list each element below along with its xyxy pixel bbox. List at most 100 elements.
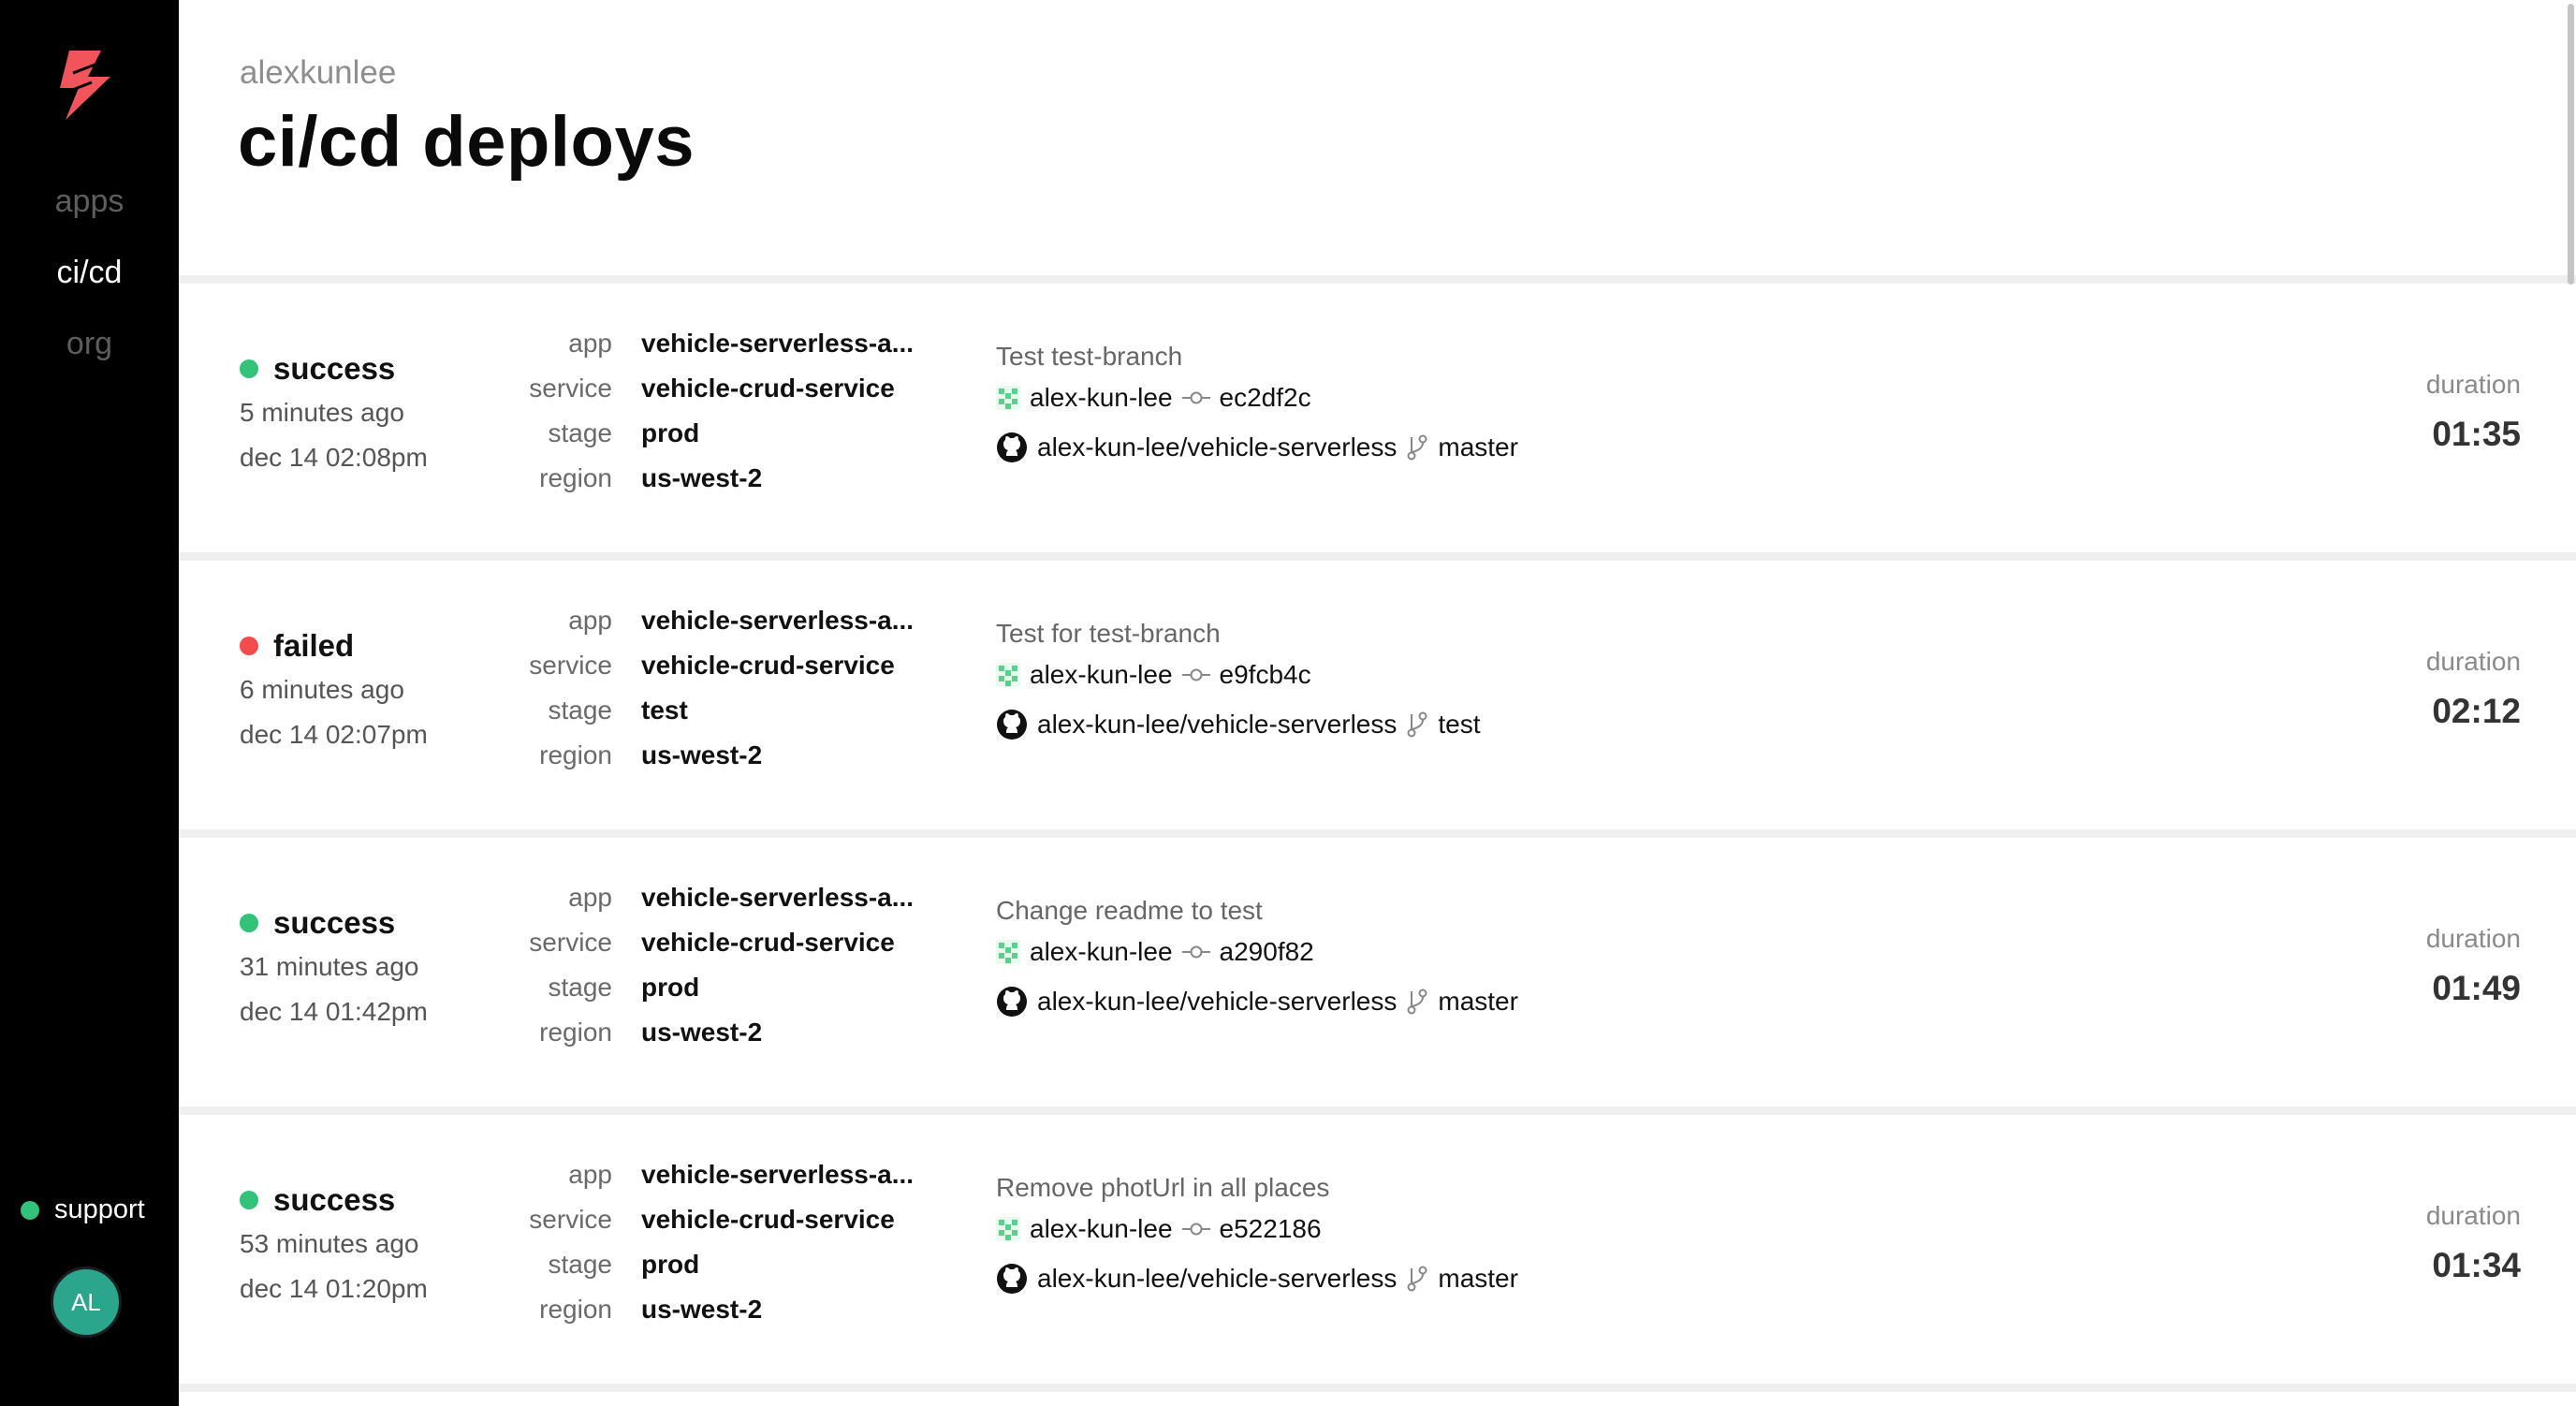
support-label: support	[54, 1194, 145, 1224]
app-value[interactable]: vehicle-serverless-a...	[641, 606, 914, 636]
serverless-logo-icon[interactable]	[52, 45, 118, 122]
stage-label: stage	[548, 418, 613, 447]
row-divider	[179, 552, 2576, 561]
deploy-time-ago: 6 minutes ago	[240, 675, 404, 704]
row-divider	[179, 275, 2576, 284]
duration-value: 01:35	[2432, 415, 2521, 453]
repo-info: alex-kun-lee/vehicle-serverless master	[996, 986, 1518, 1018]
commit-sha[interactable]: e522186	[1220, 1214, 1322, 1244]
commit-message: Test for test-branch	[996, 619, 1221, 648]
stage-value: prod	[641, 1250, 700, 1279]
duration-value: 02:12	[2432, 692, 2521, 730]
branch-icon	[1406, 1266, 1428, 1292]
scroll-thumb[interactable]	[2568, 4, 2574, 285]
deploy-timestamp: dec 14 02:07pm	[240, 720, 428, 749]
support-status-dot	[21, 1200, 39, 1220]
commit-icon	[1181, 1222, 1210, 1237]
branch-name[interactable]: master	[1438, 432, 1518, 462]
service-label: service	[529, 373, 612, 403]
deploy-time-ago: 31 minutes ago	[240, 952, 419, 981]
commit-message: Remove photUrl in all places	[996, 1173, 1330, 1202]
stage-value: prod	[641, 973, 700, 1002]
repo-info: alex-kun-lee/vehicle-serverless master	[996, 432, 1518, 463]
service-label: service	[529, 651, 612, 680]
region-value: us-west-2	[641, 1018, 763, 1047]
duration-label: duration	[2425, 647, 2521, 676]
deploy-row[interactable]: success 31 minutes ago dec 14 01:42pm ap…	[179, 838, 2576, 1106]
commit-message: Test test-branch	[996, 342, 1183, 371]
deploy-row[interactable]: success 5 minutes ago dec 14 02:08pm app…	[179, 284, 2576, 552]
commit-author[interactable]: alex-kun-lee	[1030, 937, 1173, 967]
service-value: vehicle-crud-service	[641, 1205, 895, 1234]
service-value: vehicle-crud-service	[641, 928, 895, 957]
avatar[interactable]: AL	[51, 1267, 122, 1338]
deploy-timestamp: dec 14 01:20pm	[240, 1274, 428, 1303]
author-avatar-icon	[996, 386, 1020, 410]
region-label: region	[539, 740, 612, 769]
repo-name[interactable]: alex-kun-lee/vehicle-serverless	[1037, 710, 1397, 740]
app-label: app	[568, 883, 612, 912]
scrollbar[interactable]	[2565, 0, 2576, 1406]
branch-icon	[1406, 711, 1428, 738]
commit-sha[interactable]: a290f82	[1220, 937, 1314, 967]
branch-name[interactable]: master	[1438, 987, 1518, 1017]
deploy-time-ago: 5 minutes ago	[240, 398, 404, 427]
stage-value: test	[641, 696, 688, 725]
app-label: app	[568, 329, 612, 358]
duration-value: 01:34	[2432, 1246, 2521, 1284]
commit-info: alex-kun-lee e522186	[996, 1214, 1322, 1244]
author-avatar-icon	[996, 663, 1020, 687]
status-dot	[240, 914, 258, 932]
branch-icon	[1406, 434, 1428, 461]
commit-message: Change readme to test	[996, 896, 1263, 925]
commit-info: alex-kun-lee e9fcb4c	[996, 660, 1311, 690]
service-label: service	[529, 928, 612, 957]
commit-icon	[1181, 390, 1210, 405]
region-label: region	[539, 1018, 612, 1047]
github-icon	[996, 432, 1028, 463]
nav-apps[interactable]: apps	[0, 183, 179, 220]
commit-info: alex-kun-lee ec2df2c	[996, 383, 1311, 413]
page-title: ci/cd deploys	[238, 102, 695, 182]
service-value: vehicle-crud-service	[641, 651, 895, 680]
commit-author[interactable]: alex-kun-lee	[1030, 1214, 1173, 1244]
support-link[interactable]: support	[21, 1194, 145, 1225]
sidebar: apps ci/cd org support AL	[0, 0, 179, 1406]
main-content: alexkunlee ci/cd deploys success 5 minut…	[179, 0, 2576, 1406]
row-divider	[179, 1106, 2576, 1115]
deploy-time-ago: 53 minutes ago	[240, 1229, 419, 1258]
author-avatar-icon	[996, 940, 1020, 964]
deploy-row[interactable]: failed 6 minutes ago dec 14 02:07pm app …	[179, 561, 2576, 829]
commit-info: alex-kun-lee a290f82	[996, 937, 1314, 967]
nav-org[interactable]: org	[0, 326, 179, 362]
commit-sha[interactable]: ec2df2c	[1220, 383, 1311, 413]
repo-info: alex-kun-lee/vehicle-serverless master	[996, 1263, 1518, 1295]
deploy-status: failed	[240, 628, 354, 664]
status-dot	[240, 637, 258, 655]
app-value[interactable]: vehicle-serverless-a...	[641, 1160, 914, 1190]
app-label: app	[568, 606, 612, 635]
app-value[interactable]: vehicle-serverless-a...	[641, 883, 914, 913]
author-avatar-icon	[996, 1217, 1020, 1241]
status-dot	[240, 359, 258, 378]
nav-cicd[interactable]: ci/cd	[0, 255, 179, 291]
branch-name[interactable]: master	[1438, 1264, 1518, 1294]
org-name: alexkunlee	[240, 54, 397, 91]
row-divider	[179, 1384, 2576, 1392]
commit-author[interactable]: alex-kun-lee	[1030, 660, 1173, 690]
repo-name[interactable]: alex-kun-lee/vehicle-serverless	[1037, 432, 1397, 462]
repo-name[interactable]: alex-kun-lee/vehicle-serverless	[1037, 987, 1397, 1017]
region-label: region	[539, 463, 612, 492]
app-value[interactable]: vehicle-serverless-a...	[641, 329, 914, 359]
branch-name[interactable]: test	[1438, 710, 1480, 740]
commit-author[interactable]: alex-kun-lee	[1030, 383, 1173, 413]
repo-name[interactable]: alex-kun-lee/vehicle-serverless	[1037, 1264, 1397, 1294]
status-dot	[240, 1191, 258, 1209]
status-label: success	[273, 1182, 396, 1217]
commit-sha[interactable]: e9fcb4c	[1220, 660, 1311, 690]
app-label: app	[568, 1160, 612, 1189]
status-label: success	[273, 905, 396, 940]
github-icon	[996, 986, 1028, 1018]
stage-value: prod	[641, 418, 700, 447]
deploy-row[interactable]: success 53 minutes ago dec 14 01:20pm ap…	[179, 1115, 2576, 1384]
